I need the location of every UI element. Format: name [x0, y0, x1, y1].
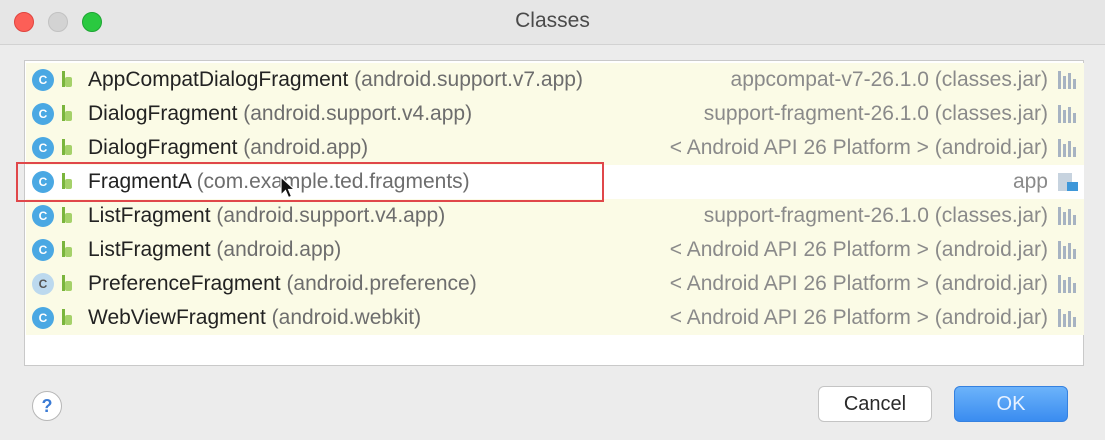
- public-access-icon: [62, 207, 72, 223]
- dialog-title: Classes: [515, 9, 590, 32]
- class-icon: C: [32, 307, 54, 329]
- class-name: WebViewFragment: [88, 306, 266, 329]
- class-icon: C: [32, 205, 54, 227]
- class-name: AppCompatDialogFragment: [88, 68, 349, 91]
- class-list-item[interactable]: C PreferenceFragment (android.preference…: [26, 267, 1084, 301]
- class-icon: C: [32, 103, 54, 125]
- class-name: DialogFragment: [88, 136, 238, 159]
- class-package: (android.preference): [286, 272, 477, 295]
- class-package: (android.support.v4.app): [216, 204, 446, 227]
- class-entry: ListFragment (android.support.v4.app): [88, 199, 445, 233]
- library-name: appcompat-v7-26.1.0 (classes.jar): [730, 68, 1048, 91]
- library-name: < Android API 26 Platform > (android.jar…: [669, 136, 1048, 159]
- library-icon: [1058, 139, 1078, 157]
- class-list-item[interactable]: C WebViewFragment (android.webkit) < And…: [26, 301, 1084, 335]
- public-access-icon: [62, 309, 72, 325]
- class-list[interactable]: C AppCompatDialogFragment (android.suppo…: [24, 60, 1084, 366]
- class-entry: DialogFragment (android.app): [88, 131, 368, 165]
- library-icon: [1058, 241, 1078, 259]
- public-access-icon: [62, 105, 72, 121]
- class-package: (android.app): [216, 238, 342, 261]
- library-icon: [1058, 275, 1078, 293]
- selection-highlight-box: [16, 162, 604, 202]
- library-name: < Android API 26 Platform > (android.jar…: [669, 306, 1048, 329]
- class-entry: WebViewFragment (android.webkit): [88, 301, 421, 335]
- public-access-icon: [62, 241, 72, 257]
- class-name: ListFragment: [88, 238, 211, 261]
- class-entry: PreferenceFragment (android.preference): [88, 267, 477, 301]
- class-name: PreferenceFragment: [88, 272, 281, 295]
- mouse-cursor-icon: [280, 176, 297, 199]
- class-list-item[interactable]: C ListFragment (android.app) < Android A…: [26, 233, 1084, 267]
- class-icon: C: [32, 273, 54, 295]
- class-name: ListFragment: [88, 204, 211, 227]
- class-entry: ListFragment (android.app): [88, 233, 341, 267]
- cancel-button[interactable]: Cancel: [818, 386, 932, 422]
- public-access-icon: [62, 71, 72, 87]
- module-name: app: [1012, 170, 1048, 193]
- library-icon: [1058, 105, 1078, 123]
- module-icon: [1058, 173, 1078, 191]
- class-name: DialogFragment: [88, 102, 238, 125]
- title-bar: Classes: [0, 0, 1105, 45]
- class-icon: C: [32, 239, 54, 261]
- class-icon: C: [32, 69, 54, 91]
- help-button[interactable]: ?: [32, 391, 62, 421]
- library-name: < Android API 26 Platform > (android.jar…: [669, 272, 1048, 295]
- class-entry: DialogFragment (android.support.v4.app): [88, 97, 472, 131]
- library-icon: [1058, 309, 1078, 327]
- library-name: < Android API 26 Platform > (android.jar…: [669, 238, 1048, 261]
- public-access-icon: [62, 139, 72, 155]
- class-package: (android.webkit): [271, 306, 422, 329]
- class-package: (android.app): [243, 136, 369, 159]
- class-icon: C: [32, 137, 54, 159]
- class-entry: AppCompatDialogFragment (android.support…: [88, 63, 583, 97]
- public-access-icon: [62, 275, 72, 291]
- library-icon: [1058, 207, 1078, 225]
- library-name: support-fragment-26.1.0 (classes.jar): [703, 102, 1048, 125]
- class-list-item[interactable]: C DialogFragment (android.app) < Android…: [26, 131, 1084, 165]
- library-icon: [1058, 71, 1078, 89]
- library-name: support-fragment-26.1.0 (classes.jar): [703, 204, 1048, 227]
- ok-button[interactable]: OK: [954, 386, 1068, 422]
- class-package: (android.support.v7.app): [354, 68, 583, 91]
- class-package: (android.support.v4.app): [243, 102, 473, 125]
- class-list-item[interactable]: C ListFragment (android.support.v4.app) …: [26, 199, 1084, 233]
- class-list-item[interactable]: C DialogFragment (android.support.v4.app…: [26, 97, 1084, 131]
- class-list-item[interactable]: C AppCompatDialogFragment (android.suppo…: [26, 63, 1084, 97]
